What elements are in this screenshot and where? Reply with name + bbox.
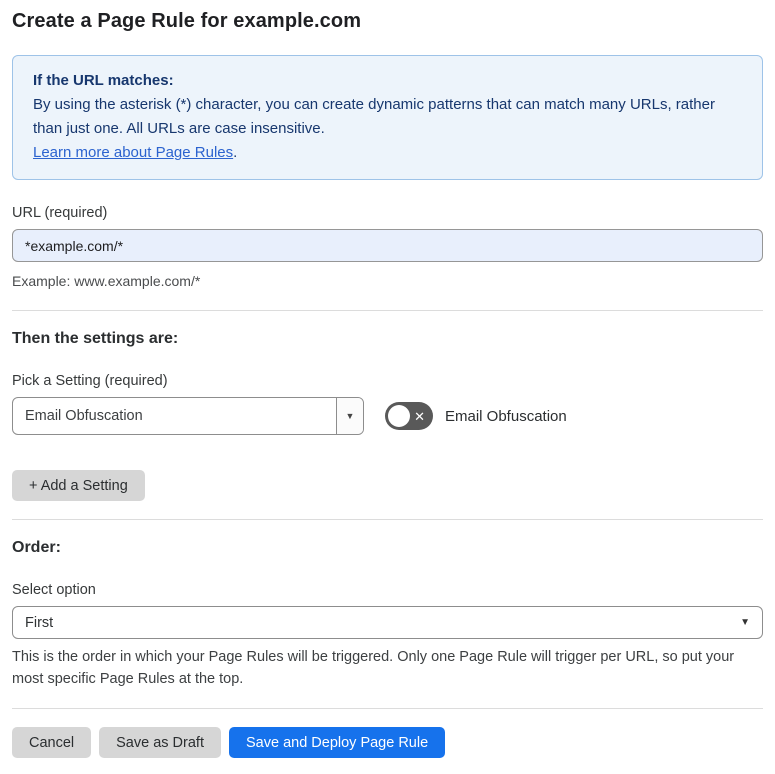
pick-setting-label: Pick a Setting (required) bbox=[12, 373, 168, 389]
setting-dropdown-arrow-button[interactable]: ▼ bbox=[336, 398, 363, 434]
setting-dropdown[interactable]: Email Obfuscation ▼ bbox=[12, 397, 364, 435]
chevron-down-icon: ▼ bbox=[740, 617, 750, 628]
save-and-deploy-button[interactable]: Save and Deploy Page Rule bbox=[228, 727, 446, 758]
order-select[interactable]: First ▼ bbox=[12, 606, 763, 639]
order-section-heading: Order: bbox=[12, 539, 61, 556]
url-matches-info-box: If the URL matches: By using the asteris… bbox=[12, 55, 763, 180]
url-example-text: Example: www.example.com/* bbox=[12, 273, 201, 289]
info-box-body: By using the asterisk (*) character, you… bbox=[33, 96, 715, 137]
toggle-off-x-icon: ✕ bbox=[414, 408, 425, 424]
create-page-rule-form: Create a Page Rule for example.com If th… bbox=[0, 0, 775, 774]
url-input[interactable] bbox=[12, 229, 763, 262]
add-setting-button[interactable]: + Add a Setting bbox=[12, 470, 145, 501]
link-suffix: . bbox=[233, 144, 238, 161]
cancel-button[interactable]: Cancel bbox=[12, 727, 92, 758]
email-obfuscation-toggle-group: ✕ Email Obfuscation bbox=[385, 402, 567, 430]
email-obfuscation-toggle[interactable]: ✕ bbox=[385, 402, 433, 430]
order-help-text: This is the order in which your Page Rul… bbox=[12, 649, 735, 687]
toggle-label: Email Obfuscation bbox=[445, 407, 567, 425]
add-setting-wrap: + Add a Setting bbox=[12, 470, 763, 501]
learn-more-link[interactable]: Learn more about Page Rules bbox=[33, 144, 233, 161]
info-box-heading: If the URL matches: bbox=[33, 72, 174, 89]
divider bbox=[12, 519, 763, 520]
url-field-label: URL (required) bbox=[12, 205, 108, 221]
order-select-value: First bbox=[25, 614, 54, 631]
divider bbox=[12, 708, 763, 709]
chevron-down-icon: ▼ bbox=[345, 411, 355, 421]
setting-dropdown-value: Email Obfuscation bbox=[25, 408, 143, 424]
order-select-label: Select option bbox=[12, 582, 96, 598]
save-as-draft-button[interactable]: Save as Draft bbox=[99, 727, 221, 758]
info-box-link-line: Learn more about Page Rules. bbox=[33, 141, 742, 165]
setting-row: Email Obfuscation ▼ ✕ Email Obfuscation bbox=[12, 397, 763, 435]
footer-actions: Cancel Save as Draft Save and Deploy Pag… bbox=[12, 727, 763, 758]
toggle-knob bbox=[388, 405, 410, 427]
settings-section-heading: Then the settings are: bbox=[12, 330, 179, 347]
divider bbox=[12, 310, 763, 311]
page-title: Create a Page Rule for example.com bbox=[12, 10, 362, 32]
